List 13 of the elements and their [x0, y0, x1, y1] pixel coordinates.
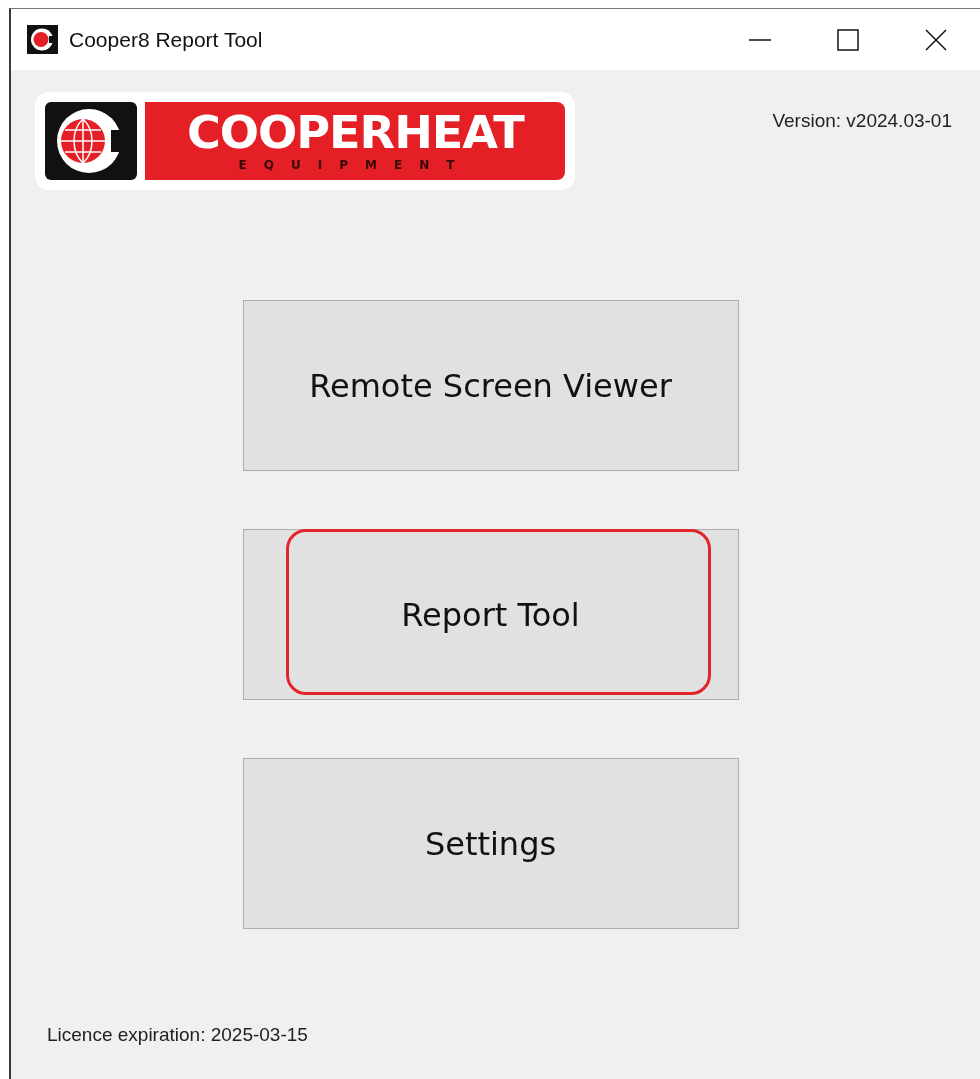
licence-label: Licence expiration: 2025-03-15: [47, 1024, 309, 1046]
logo-tagline: EQUIPMENT: [238, 159, 472, 171]
globe-icon: [45, 102, 137, 180]
version-label: Version: v2024.03-01: [772, 110, 952, 133]
app-icon: [27, 25, 58, 54]
close-icon: [925, 28, 947, 51]
menu-button[interactable]: Report Tool: [242, 529, 739, 700]
logo-name: COOPERHEAT: [186, 111, 524, 155]
menu-button[interactable]: Settings: [242, 758, 739, 929]
minimize-icon: [749, 38, 771, 41]
menu-button[interactable]: Remote Screen Viewer: [242, 300, 739, 471]
maximize-icon: [837, 28, 859, 51]
window-title: Cooper8 Report Tool: [69, 27, 264, 52]
